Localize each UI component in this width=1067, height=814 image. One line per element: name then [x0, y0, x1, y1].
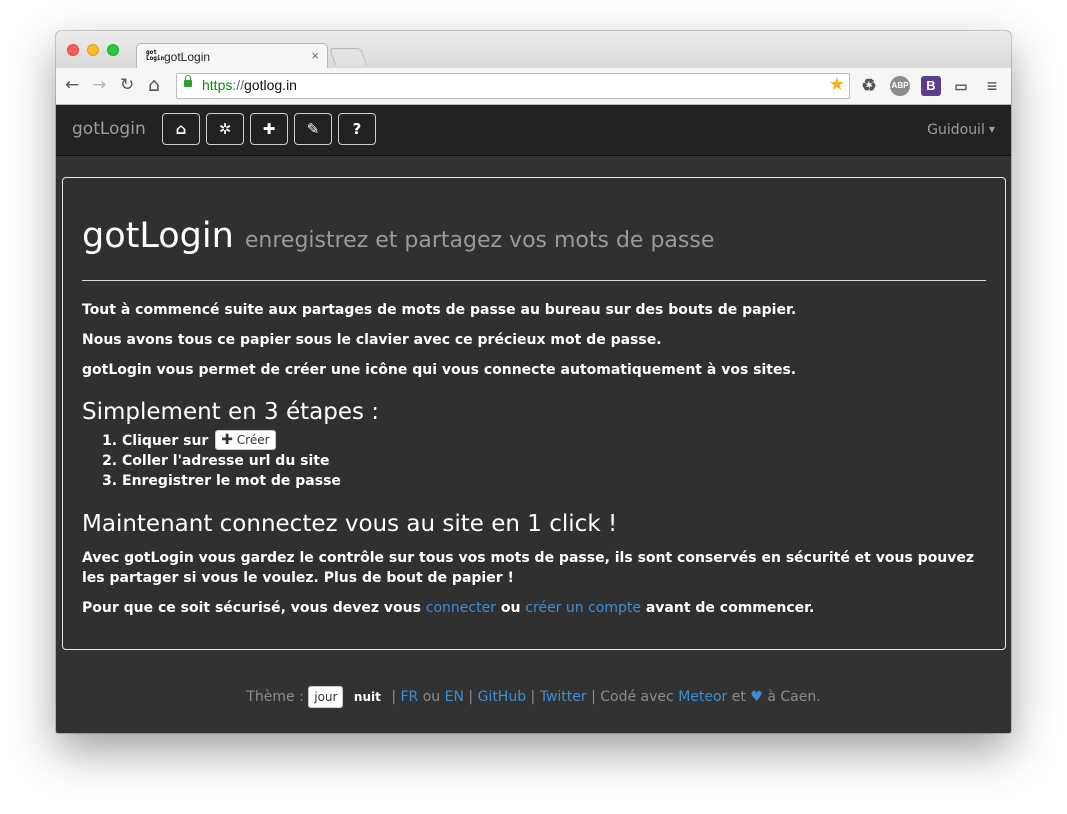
plus-icon: ✚ [221, 432, 233, 448]
reload-icon[interactable]: ↻ [120, 75, 134, 95]
github-link[interactable]: GitHub [478, 689, 527, 705]
bookmark-star-icon[interactable]: ★ [829, 75, 845, 95]
settings-button[interactable]: ✲ [206, 113, 244, 145]
adblock-extension-icon[interactable]: ABP [890, 76, 910, 96]
create-inline-button[interactable]: ✚ Créer [215, 430, 276, 450]
login-link[interactable]: connecter [426, 600, 496, 616]
lang-en-link[interactable]: EN [445, 689, 464, 705]
meteor-link[interactable]: Meteor [678, 689, 727, 705]
browser-window: got Login gotLogin × ← → ↻ ⌂ https://got… [56, 31, 1011, 733]
caret-down-icon: ▼ [988, 125, 995, 134]
menu-icon[interactable]: ≡ [982, 76, 1002, 96]
plus-icon: ✚ [262, 120, 276, 138]
forward-icon[interactable]: → [92, 75, 106, 95]
home-icon[interactable]: ⌂ [148, 75, 160, 95]
minimize-window-button[interactable] [87, 44, 99, 56]
tab-strip: got Login gotLogin × [56, 31, 1011, 70]
register-link[interactable]: créer un compte [525, 600, 641, 616]
cast-icon[interactable]: ▭ [951, 76, 971, 96]
step-2: Coller l'adresse url du site [122, 451, 986, 471]
tab-title: gotLogin [164, 50, 211, 64]
step-1: Cliquer sur ✚ Créer [122, 430, 986, 451]
lock-icon [184, 75, 192, 87]
gear-icon: ✲ [218, 120, 232, 138]
recycle-extension-icon[interactable]: ♻ [859, 76, 879, 96]
twitter-link[interactable]: Twitter [540, 689, 587, 705]
new-tab-button[interactable] [328, 48, 368, 65]
home-icon: ⌂ [175, 120, 187, 138]
page-subtitle: enregistrez et partagez vos mots de pass… [244, 228, 715, 253]
browser-toolbar: ← → ↻ ⌂ https://gotlog.in ★ ♻ ABP B ▭ ≡ [56, 68, 1011, 105]
back-icon[interactable]: ← [65, 75, 79, 95]
pencil-icon: ✎ [306, 120, 320, 138]
intro-paragraph-3: gotLogin vous permet de créer une icône … [82, 362, 797, 378]
edit-button[interactable]: ✎ [294, 113, 332, 145]
user-menu[interactable]: Guidouil ▼ [927, 122, 995, 138]
steps-list: Cliquer sur ✚ Créer Coller l'adresse url… [82, 430, 986, 491]
step-3: Enregistrer le mot de passe [122, 471, 986, 491]
control-paragraph: Avec gotLogin vous gardez le contrôle su… [82, 550, 975, 586]
brand-link[interactable]: gotLogin [72, 119, 146, 139]
login-paragraph: Pour que ce soit sécurisé, vous devez vo… [82, 600, 815, 616]
footer: Thème : jour nuit | FR ou EN | GitHub | … [56, 686, 1011, 708]
bootstrap-extension-icon[interactable]: B [921, 76, 941, 96]
now-heading: Maintenant connectez vous au site en 1 c… [82, 511, 618, 537]
theme-night-button[interactable]: nuit [354, 690, 381, 704]
app-navbar: gotLogin ⌂ ✲ ✚ ✎ ? Guidouil ▼ [56, 105, 1011, 156]
theme-day-button[interactable]: jour [308, 686, 344, 708]
page-title: gotLogin [82, 216, 234, 256]
browser-tab[interactable]: got Login gotLogin × [136, 43, 328, 70]
theme-label: Thème : [246, 689, 304, 705]
intro-paragraph-2: Nous avons tous ce papier sous le clavie… [82, 332, 662, 348]
heart-icon: ♥ [750, 689, 763, 705]
page-header: gotLogin enregistrez et partagez vos mot… [82, 216, 986, 281]
create-button[interactable]: ✚ [250, 113, 288, 145]
intro-panel: gotLogin enregistrez et partagez vos mot… [62, 177, 1006, 650]
tab-close-icon[interactable]: × [311, 48, 319, 63]
home-button[interactable]: ⌂ [162, 113, 200, 145]
url-text: https://gotlog.in [202, 77, 297, 93]
intro-paragraph-1: Tout à commencé suite aux partages de mo… [82, 302, 797, 318]
close-window-button[interactable] [67, 44, 79, 56]
question-icon: ? [352, 120, 362, 138]
zoom-window-button[interactable] [107, 44, 119, 56]
address-bar[interactable]: https://gotlog.in ★ [176, 73, 850, 99]
help-button[interactable]: ? [338, 113, 376, 145]
favicon-icon: got Login [146, 49, 165, 62]
lang-fr-link[interactable]: FR [400, 689, 418, 705]
steps-heading: Simplement en 3 étapes : [82, 399, 380, 425]
